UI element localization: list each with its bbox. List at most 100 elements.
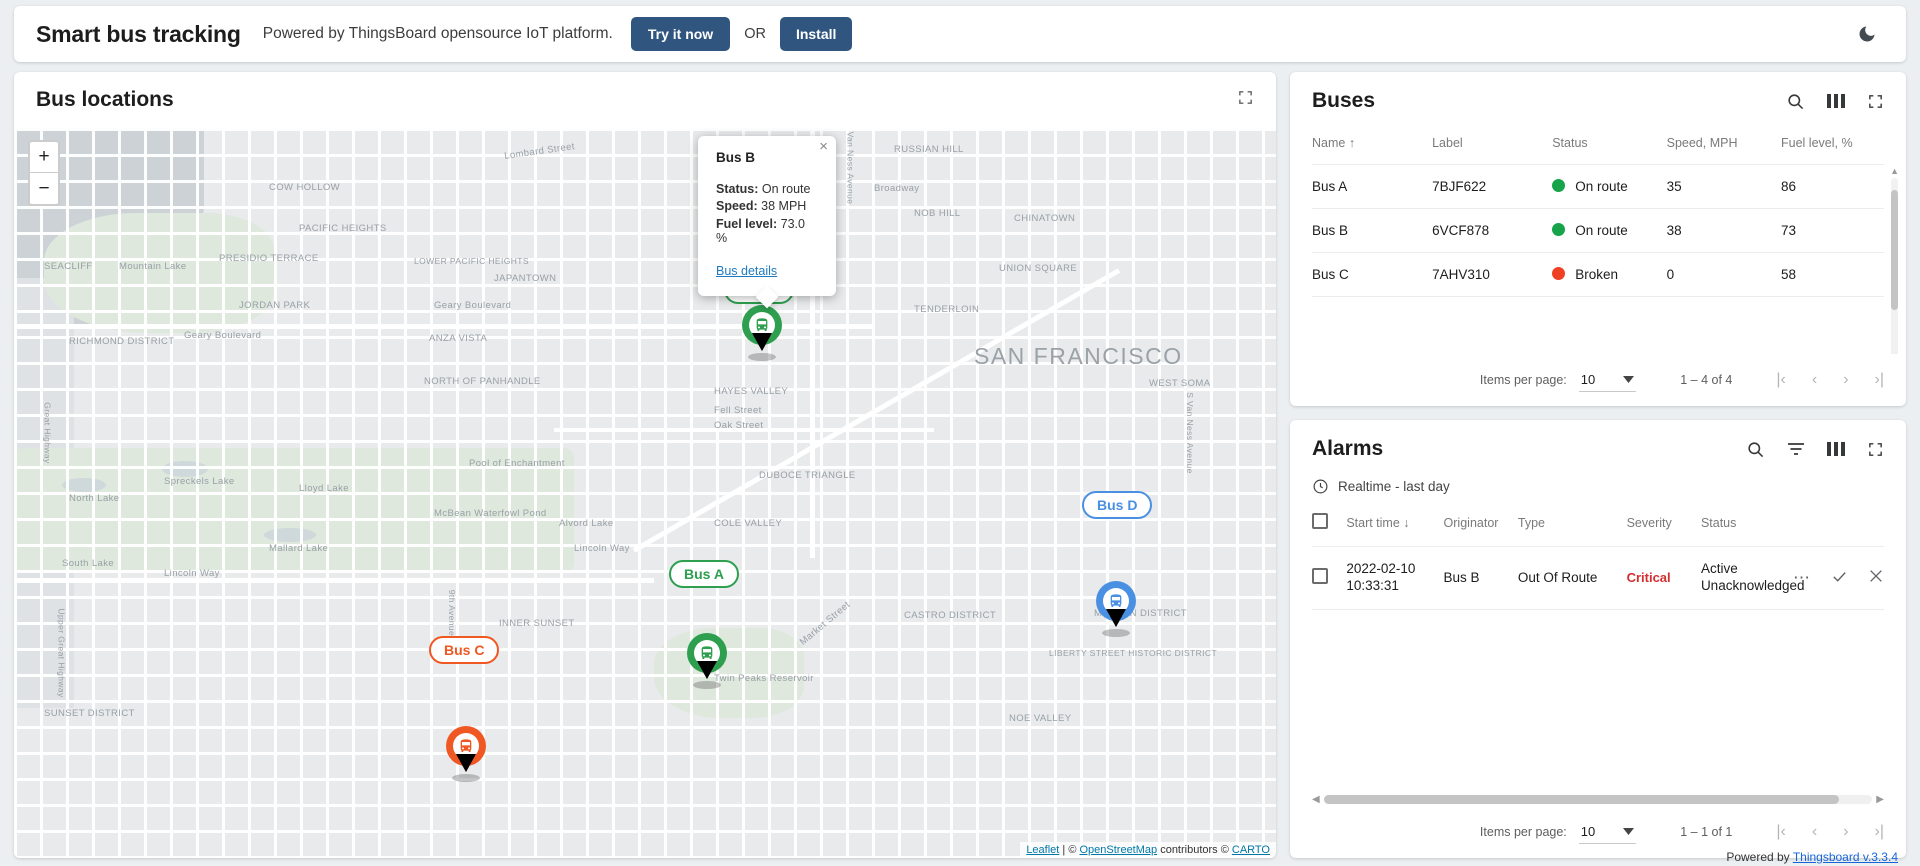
alarms-col-severity[interactable]: Severity bbox=[1626, 507, 1701, 547]
bus-status-cell: On route bbox=[1552, 208, 1667, 253]
map-zoom-controls[interactable]: + − bbox=[28, 140, 60, 206]
alarms-search-icon[interactable] bbox=[1746, 440, 1765, 459]
table-row[interactable]: Bus B 6VCF878 On route 38 73 bbox=[1312, 208, 1884, 253]
osm-link[interactable]: OpenStreetMap bbox=[1079, 844, 1157, 856]
buses-scroll-up-icon[interactable]: ▲ bbox=[1890, 166, 1899, 176]
alarm-acknowledge-check-icon[interactable] bbox=[1831, 568, 1848, 588]
bus-speed-cell: 35 bbox=[1666, 164, 1781, 209]
alarms-select-all-checkbox[interactable] bbox=[1312, 513, 1328, 529]
buses-col-label[interactable]: Label bbox=[1432, 130, 1553, 165]
alarm-clear-close-icon[interactable] bbox=[1868, 568, 1884, 587]
or-separator-label: OR bbox=[744, 26, 766, 42]
bus-speed-cell: 38 bbox=[1666, 208, 1781, 253]
map-label: JAPANTOWN bbox=[494, 273, 557, 284]
app-root: Smart bus tracking Powered by ThingsBoar… bbox=[0, 0, 1920, 866]
alarms-horizontal-scrollbar[interactable]: ◀ ▶ bbox=[1312, 794, 1884, 805]
buses-prev-page-button[interactable]: ‹ bbox=[1812, 372, 1817, 388]
alarm-start-time-cell: 2022-02-10 10:33:31 bbox=[1346, 546, 1444, 610]
buses-search-icon[interactable] bbox=[1786, 92, 1805, 111]
carto-link[interactable]: CARTO bbox=[1232, 844, 1270, 856]
buses-fullscreen-icon[interactable] bbox=[1867, 93, 1884, 110]
alarms-col-originator[interactable]: Originator bbox=[1443, 507, 1518, 547]
alarms-items-per-page-select[interactable]: 10 bbox=[1578, 820, 1637, 844]
alarms-timewindow[interactable]: Realtime - last day bbox=[1290, 478, 1906, 507]
map-label: WEST SOMA bbox=[1149, 378, 1211, 389]
status-dot bbox=[1552, 267, 1566, 280]
table-row[interactable]: Bus C 7AHV310 Broken 0 58 bbox=[1312, 252, 1884, 297]
map-label: Oak Street bbox=[714, 420, 764, 431]
buses-paginator: Items per page: 10 1 – 4 of 4 |‹ ‹ › ›| bbox=[1290, 354, 1906, 406]
buses-next-page-button[interactable]: › bbox=[1843, 372, 1848, 388]
alarms-page-buttons: |‹ ‹ › ›| bbox=[1776, 824, 1884, 840]
right-column: Buses Name ↑ Label Status Speed, MPH Fue… bbox=[1290, 72, 1906, 858]
bus-label-cell: 6VCF878 bbox=[1432, 208, 1553, 253]
map-label: HAYES VALLEY bbox=[714, 386, 789, 397]
map-label-bus-d[interactable]: Bus D bbox=[1082, 491, 1153, 519]
alarms-filter-icon[interactable] bbox=[1787, 442, 1805, 456]
alarms-fullscreen-icon[interactable] bbox=[1867, 441, 1884, 458]
alarm-more-icon[interactable]: ⋯ bbox=[1793, 568, 1811, 588]
alarms-hscroll-left-icon[interactable]: ◀ bbox=[1312, 794, 1320, 805]
buses-items-per-page-select[interactable]: 10 bbox=[1578, 368, 1637, 392]
table-row[interactable]: 2022-02-10 10:33:31 Bus B Out Of Route Criti… bbox=[1312, 546, 1884, 610]
popup-close-icon[interactable]: × bbox=[819, 139, 828, 154]
bus-fuel-cell: 73 bbox=[1781, 208, 1884, 253]
map-label: Mallard Lake bbox=[269, 543, 329, 554]
marker-shadow bbox=[452, 774, 480, 782]
map-marker-bus-a[interactable] bbox=[687, 633, 727, 689]
alarm-row-checkbox[interactable] bbox=[1312, 568, 1328, 585]
map-fullscreen-icon[interactable] bbox=[1237, 89, 1254, 111]
map-zoom-out-button[interactable]: − bbox=[30, 173, 58, 204]
buses-col-name[interactable]: Name ↑ bbox=[1312, 130, 1433, 165]
map-viewport[interactable]: + − Bus B bbox=[14, 128, 1276, 858]
alarms-col-start-time[interactable]: Start time ↓ bbox=[1346, 507, 1444, 547]
buses-columns-icon[interactable] bbox=[1827, 93, 1845, 109]
map-zoom-in-button[interactable]: + bbox=[30, 142, 58, 173]
alarms-timewindow-label: Realtime - last day bbox=[1338, 479, 1450, 494]
map-label: Mountain Lake bbox=[119, 261, 187, 272]
buses-table: Name ↑ Label Status Speed, MPH Fuel leve… bbox=[1312, 130, 1884, 297]
map-label: 9th Avenue bbox=[447, 589, 458, 637]
alarms-col-status[interactable]: Status bbox=[1700, 507, 1816, 547]
bus-details-link[interactable]: Bus details bbox=[716, 264, 777, 278]
alarms-last-page-button[interactable]: ›| bbox=[1875, 824, 1884, 840]
buses-scrollbar-thumb[interactable] bbox=[1891, 190, 1898, 310]
map-label-bus-c[interactable]: Bus C bbox=[429, 636, 500, 664]
buses-col-speed[interactable]: Speed, MPH bbox=[1666, 130, 1781, 165]
leaflet-link[interactable]: Leaflet bbox=[1026, 844, 1059, 856]
alarms-hscroll-thumb[interactable] bbox=[1324, 795, 1839, 804]
map-label: Fell Street bbox=[714, 405, 762, 416]
map-label-bus-a[interactable]: Bus A bbox=[669, 560, 739, 588]
install-button[interactable]: Install bbox=[779, 17, 853, 51]
chevron-down-icon bbox=[1623, 828, 1635, 835]
thingsboard-version-link[interactable]: Thingsboard v.3.3.4 bbox=[1793, 850, 1898, 864]
map-marker-bus-c[interactable] bbox=[446, 726, 486, 782]
try-it-now-button[interactable]: Try it now bbox=[630, 17, 731, 51]
buses-col-status[interactable]: Status bbox=[1552, 130, 1667, 165]
dark-mode-toggle[interactable] bbox=[1850, 17, 1884, 51]
buses-last-page-button[interactable]: ›| bbox=[1875, 372, 1884, 388]
buses-page-buttons: |‹ ‹ › ›| bbox=[1776, 372, 1884, 388]
popup-speed-value: 38 MPH bbox=[757, 199, 807, 214]
map-pin-bus-d bbox=[1096, 581, 1136, 627]
alarms-hscroll-right-icon[interactable]: ▶ bbox=[1876, 794, 1884, 805]
buses-col-fuel[interactable]: Fuel level, % bbox=[1781, 130, 1884, 165]
buses-first-page-button[interactable]: |‹ bbox=[1776, 372, 1785, 388]
alarms-card-header: Alarms bbox=[1290, 420, 1906, 478]
buses-title: Buses bbox=[1312, 89, 1376, 112]
popup-fuel-row: Fuel level: 73.0 % bbox=[716, 217, 818, 246]
map-marker-bus-d[interactable] bbox=[1096, 581, 1136, 637]
map-marker-bus-b[interactable] bbox=[742, 305, 782, 361]
marker-shadow bbox=[1102, 629, 1130, 637]
map-label: COW HOLLOW bbox=[269, 182, 341, 193]
alarms-select-all-cell bbox=[1312, 507, 1347, 547]
buses-card-header: Buses bbox=[1290, 72, 1906, 130]
alarms-prev-page-button[interactable]: ‹ bbox=[1812, 824, 1817, 840]
table-row[interactable]: Bus A 7BJF622 On route 35 86 bbox=[1312, 164, 1884, 209]
alarms-next-page-button[interactable]: › bbox=[1843, 824, 1848, 840]
bus-icon bbox=[1110, 594, 1122, 607]
alarms-columns-icon[interactable] bbox=[1827, 441, 1845, 457]
alarms-col-type[interactable]: Type bbox=[1517, 507, 1627, 547]
alarms-first-page-button[interactable]: |‹ bbox=[1776, 824, 1785, 840]
map-label: Great Highway bbox=[42, 402, 53, 464]
